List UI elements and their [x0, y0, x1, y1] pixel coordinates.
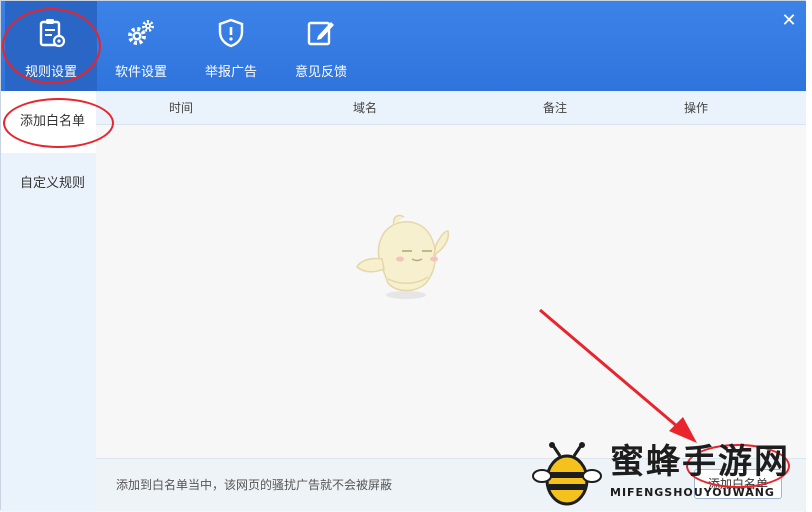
table-header: 时间 域名 备注 操作: [96, 91, 806, 125]
column-header-action: 操作: [684, 101, 709, 115]
tab-label: 规则设置: [24, 65, 77, 80]
gears-icon: [128, 20, 154, 45]
close-icon[interactable]: ✕: [777, 9, 801, 33]
tab-software-settings[interactable]: 软件设置: [95, 1, 187, 91]
tab-rule-settings[interactable]: 规则设置: [5, 1, 97, 91]
sidebar-item-custom-rules[interactable]: 自定义规则: [1, 153, 96, 215]
whitelist-hint-text: 添加到白名单当中，该网页的骚扰广告就不会被屏蔽: [116, 478, 393, 492]
shield-alert-icon: [218, 18, 244, 48]
column-header-time: 时间: [169, 101, 194, 115]
tab-label: 举报广告: [204, 65, 257, 80]
sidebar: 添加白名单 自定义规则: [1, 91, 96, 511]
watermark-subtitle: MIFENGSHOUYOUWANG: [610, 486, 775, 499]
watermark-title: 蜜蜂手游网: [610, 442, 790, 482]
watermark: 蜜蜂手游网 MIFENGSHOUYOUWANG: [530, 440, 800, 506]
tab-feedback[interactable]: 意见反馈: [275, 1, 367, 91]
background-window-edge: [805, 0, 812, 512]
tab-label: 软件设置: [114, 65, 167, 80]
pencil-edit-icon: [307, 21, 334, 46]
empty-state-mascot-illustration: [356, 214, 450, 299]
column-header-domain: 域名: [353, 101, 378, 115]
annotation-arrow: [539, 308, 697, 443]
column-header-note: 备注: [543, 101, 568, 115]
tab-label: 意见反馈: [294, 65, 347, 80]
sidebar-item-add-whitelist[interactable]: 添加白名单: [1, 91, 96, 153]
bee-logo-icon: [532, 442, 602, 506]
tab-report-ads[interactable]: 举报广告: [185, 1, 277, 91]
screen-background: 规则设置 软件设置 举报广告 意见反馈 ✕ 添加白名单 自定义规则 时间 域名 …: [0, 0, 812, 512]
header-toolbar: 规则设置 软件设置 举报广告 意见反馈 ✕: [1, 1, 806, 91]
clipboard-gear-icon: [39, 19, 66, 48]
